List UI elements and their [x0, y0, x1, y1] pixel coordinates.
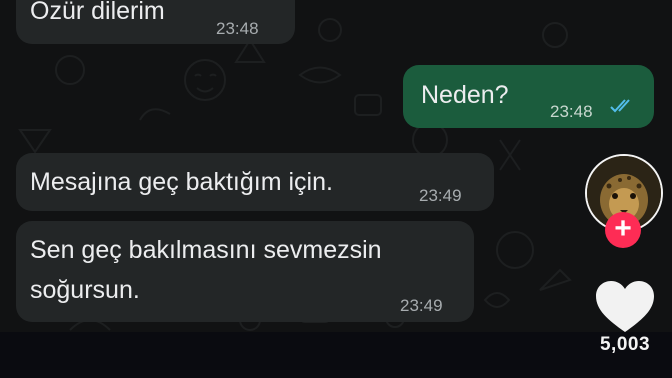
message-time: 23:49	[419, 186, 462, 205]
message-text-line: soğursun.	[30, 276, 140, 304]
message-time: 23:49	[400, 296, 443, 315]
message-time: 23:48	[550, 102, 593, 121]
like-count: 5,003	[599, 334, 651, 355]
message-bubble-incoming[interactable]: Özür dilerim 23:48	[16, 0, 295, 44]
message-time: 23:48	[216, 19, 259, 38]
read-receipt-icon	[610, 99, 630, 113]
message-text: Mesajına geç baktığım için.	[30, 168, 333, 196]
message-bubble-outgoing[interactable]: Neden? 23:48	[403, 65, 654, 128]
message-text-line: Sen geç bakılmasını sevmezsin	[30, 236, 382, 264]
message-bubble-incoming[interactable]: Sen geç bakılmasını sevmezsin soğursun. …	[16, 221, 474, 322]
message-text: Özür dilerim	[30, 0, 165, 25]
message-bubble-incoming[interactable]: Mesajına geç baktığım için. 23:49	[16, 153, 494, 211]
message-text: Neden?	[421, 81, 509, 109]
bottom-navigation-bar	[0, 332, 672, 378]
heart-icon[interactable]	[594, 280, 656, 334]
follow-plus-icon[interactable]: +	[605, 212, 641, 248]
